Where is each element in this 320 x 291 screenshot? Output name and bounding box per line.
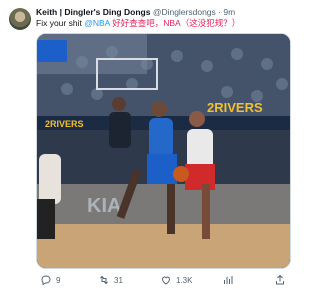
avatar[interactable] [9,8,31,30]
reply-count: 9 [56,275,61,285]
handle[interactable]: @Dinglersdongs [153,7,216,17]
views-icon [224,276,233,284]
tweet-header: Keith | Dingler's Ding Dongs @Dinglersdo… [36,7,296,18]
retweet-count: 31 [114,275,123,285]
like-icon [161,276,171,285]
tweet[interactable]: Keith | Dingler's Ding Dongs @Dinglersdo… [0,0,300,291]
video-media[interactable]: 2RIVERS 2RIVERS KIA [36,33,291,269]
retweet-button[interactable]: 31 [98,273,123,287]
court-logo: KIA [87,195,121,217]
action-bar: 9 31 1.3K [36,273,296,287]
display-name[interactable]: Keith | Dingler's Ding Dongs [36,7,150,17]
like-count: 1.3K [176,275,193,285]
mention-link[interactable]: @NBA [84,18,110,28]
banner-right-text: 2RIVERS [207,100,263,115]
separator-dot: · [218,7,221,17]
tweet-text-plain: Fix your shit [36,18,82,28]
views-button[interactable] [222,273,234,287]
timestamp[interactable]: 9m [223,7,235,17]
reply-button[interactable]: 9 [40,273,60,287]
share-icon [276,274,284,285]
tweet-text-chinese: 好好查查吧，NBA（这没犯规？） [112,18,241,28]
retweet-icon [100,275,108,285]
banner-left-text: 2RIVERS [45,119,84,129]
share-button[interactable] [274,273,286,287]
basketball-scene: 2RIVERS 2RIVERS KIA [37,34,290,268]
like-button[interactable]: 1.3K [160,273,192,287]
reply-icon [41,275,51,286]
tweet-text: Fix your shit @NBA 好好查查吧，NBA（这没犯规？） [36,18,296,29]
